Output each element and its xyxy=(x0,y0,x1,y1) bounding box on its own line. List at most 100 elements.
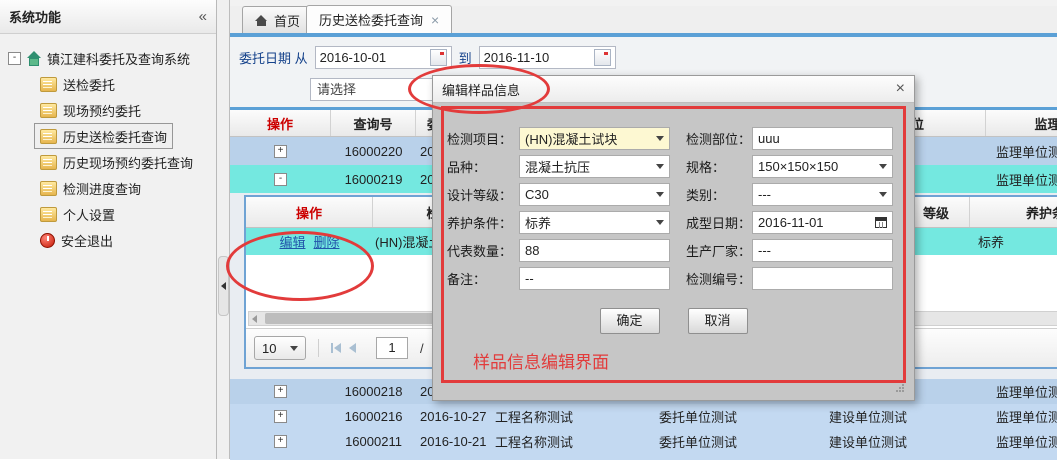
form-row: 检测项目：(HN)混凝土试块检测部位：uuu xyxy=(447,124,900,152)
combo-field[interactable]: 150×150×150 xyxy=(752,155,893,178)
row-expander-cell: + xyxy=(230,429,331,454)
detail-cell-op: 编辑删除 xyxy=(246,228,373,255)
tab-close-icon[interactable]: × xyxy=(431,14,439,26)
tree-root[interactable]: - 镇江建科委托及查询系统 xyxy=(8,46,212,71)
calendar-icon[interactable] xyxy=(594,49,611,66)
cell-project: 工程名称测试 xyxy=(491,429,651,454)
page-number-input[interactable]: 1 xyxy=(376,337,408,359)
cell-supervisor: 监理单位测试 xyxy=(986,429,1057,454)
cell-builder: 建设单位测试 xyxy=(811,429,986,454)
sidebar-item-label: 安全退出 xyxy=(61,231,113,250)
combo-field[interactable]: 混凝土抗压 xyxy=(519,155,670,178)
dialog-title-bar[interactable]: 编辑样品信息 × xyxy=(433,76,914,103)
date-to-input[interactable]: 2016-11-10 xyxy=(479,46,616,69)
sidebar-item[interactable]: 检测进度查询 xyxy=(34,175,147,201)
date-field-input[interactable]: 2016-11-01 xyxy=(752,211,893,234)
row-expander-cell: - xyxy=(230,165,331,193)
expand-row-icon[interactable]: + xyxy=(274,410,287,423)
resize-grip-icon[interactable] xyxy=(902,390,904,392)
sidebar-item[interactable]: 个人设置 xyxy=(34,201,121,227)
home-tab-icon xyxy=(255,15,268,26)
column-header[interactable]: 查询号 xyxy=(331,110,416,136)
calendar-icon[interactable] xyxy=(430,49,447,66)
detail-column-header[interactable]: 操作 xyxy=(246,197,373,227)
delete-link[interactable]: 删除 xyxy=(314,232,340,251)
field-value: 2016-11-01 xyxy=(758,215,824,230)
sample-edit-form: 检测项目：(HN)混凝土试块检测部位：uuu品种：混凝土抗压规格：150×150… xyxy=(447,124,900,292)
document-icon xyxy=(40,181,57,196)
close-icon[interactable]: × xyxy=(896,82,905,96)
combo-field[interactable]: --- xyxy=(752,183,893,206)
splitter-collapse-arrow-icon xyxy=(221,282,226,290)
collapse-row-icon[interactable]: - xyxy=(274,173,287,186)
cell-date: 2016-10-21 xyxy=(416,429,491,454)
tree-root-label[interactable]: 镇江建科委托及查询系统 xyxy=(47,49,190,68)
form-row: 设计等级：C30类别：--- xyxy=(447,180,900,208)
date-range-label: 委托日期 从 xyxy=(239,48,308,67)
cell-query_no: 16000219 xyxy=(331,165,416,193)
sidebar-title: 系统功能 xyxy=(9,7,61,26)
sidebar-tree-items: 送检委托现场预约委托历史送检委托查询历史现场预约委托查询检测进度查询个人设置安全… xyxy=(8,71,212,253)
document-icon xyxy=(40,77,57,92)
sidebar-item-label: 检测进度查询 xyxy=(63,179,141,198)
chevron-down-icon xyxy=(879,164,887,169)
expand-row-icon[interactable]: + xyxy=(274,385,287,398)
scroll-left-arrow-icon[interactable] xyxy=(252,315,257,323)
annotation-caption: 样品信息编辑界面 xyxy=(473,348,609,373)
ok-button[interactable]: 确定 xyxy=(600,308,660,334)
text-field[interactable]: --- xyxy=(752,239,893,262)
sidebar-header: 系统功能 « xyxy=(0,0,216,34)
sidebar-item-label: 现场预约委托 xyxy=(63,101,141,120)
table-row[interactable]: +160002112016-10-21工程名称测试委托单位测试建设单位测试监理单… xyxy=(230,429,1057,454)
page-size-select[interactable]: 10 xyxy=(254,336,306,360)
column-header[interactable]: 监理单位 xyxy=(986,110,1057,136)
sidebar-item[interactable]: 历史送检委托查询 xyxy=(34,123,173,149)
chevron-down-icon xyxy=(879,192,887,197)
table-row[interactable]: +160002162016-10-27工程名称测试委托单位测试建设单位测试监理单… xyxy=(230,404,1057,429)
sidebar: 系统功能 « - 镇江建科委托及查询系统 送检委托现场预约委托历史送检委托查询历… xyxy=(0,0,217,459)
sidebar-collapse-icon[interactable]: « xyxy=(199,8,207,25)
sidebar-item[interactable]: 现场预约委托 xyxy=(34,97,147,123)
field-label: 备注： xyxy=(447,269,519,288)
edit-link[interactable]: 编辑 xyxy=(279,232,305,251)
sidebar-item-label: 个人设置 xyxy=(63,205,115,224)
row-expander-cell: + xyxy=(230,404,331,429)
date-from-input[interactable]: 2016-10-01 xyxy=(315,46,452,69)
cell-project: 工程名称测试 xyxy=(491,404,651,429)
sidebar-item-label: 送检委托 xyxy=(63,75,115,94)
combo-field[interactable]: 标养 xyxy=(519,211,670,234)
cell-date: 2016-10-27 xyxy=(416,404,491,429)
combo-field[interactable]: C30 xyxy=(519,183,670,206)
edit-sample-dialog: 编辑样品信息 × 检测项目：(HN)混凝土试块检测部位：uuu品种：混凝土抗压规… xyxy=(432,75,915,401)
sidebar-item[interactable]: 送检委托 xyxy=(34,71,121,97)
previous-page-button[interactable] xyxy=(349,343,356,353)
detail-column-header[interactable]: 养护条件 xyxy=(970,197,1057,227)
field-label: 检测编号： xyxy=(686,269,752,288)
text-field[interactable]: -- xyxy=(519,267,670,290)
calendar-icon[interactable] xyxy=(875,217,887,228)
field-label: 成型日期： xyxy=(686,213,752,232)
tab-history-query[interactable]: 历史送检委托查询 × xyxy=(306,5,452,33)
expand-row-icon[interactable]: + xyxy=(274,145,287,158)
tree-root-expander-icon[interactable]: - xyxy=(8,52,21,65)
sidebar-item-label: 历史送检委托查询 xyxy=(63,127,167,146)
text-field[interactable] xyxy=(752,267,893,290)
text-field[interactable]: uuu xyxy=(752,127,893,150)
text-field[interactable]: 88 xyxy=(519,239,670,262)
cell-supervisor: 监理单位测试 xyxy=(986,404,1057,429)
sidebar-splitter[interactable] xyxy=(217,0,230,459)
tab-home[interactable]: 首页 xyxy=(242,6,313,33)
detail-cell-curing: 标养 xyxy=(970,228,1057,255)
tab-home-label: 首页 xyxy=(274,11,300,30)
cell-client: 委托单位测试 xyxy=(651,429,811,454)
splitter-handle[interactable] xyxy=(218,256,229,316)
cancel-button[interactable]: 取消 xyxy=(688,308,748,334)
chevron-down-icon xyxy=(656,192,664,197)
expand-row-icon[interactable]: + xyxy=(274,435,287,448)
sidebar-item[interactable]: 安全退出 xyxy=(34,227,119,253)
field-value: 标养 xyxy=(525,213,551,232)
combo-field[interactable]: (HN)混凝土试块 xyxy=(519,127,670,150)
first-page-button[interactable] xyxy=(331,343,341,353)
sidebar-item[interactable]: 历史现场预约委托查询 xyxy=(34,149,199,175)
column-header[interactable]: 操作 xyxy=(230,110,331,136)
